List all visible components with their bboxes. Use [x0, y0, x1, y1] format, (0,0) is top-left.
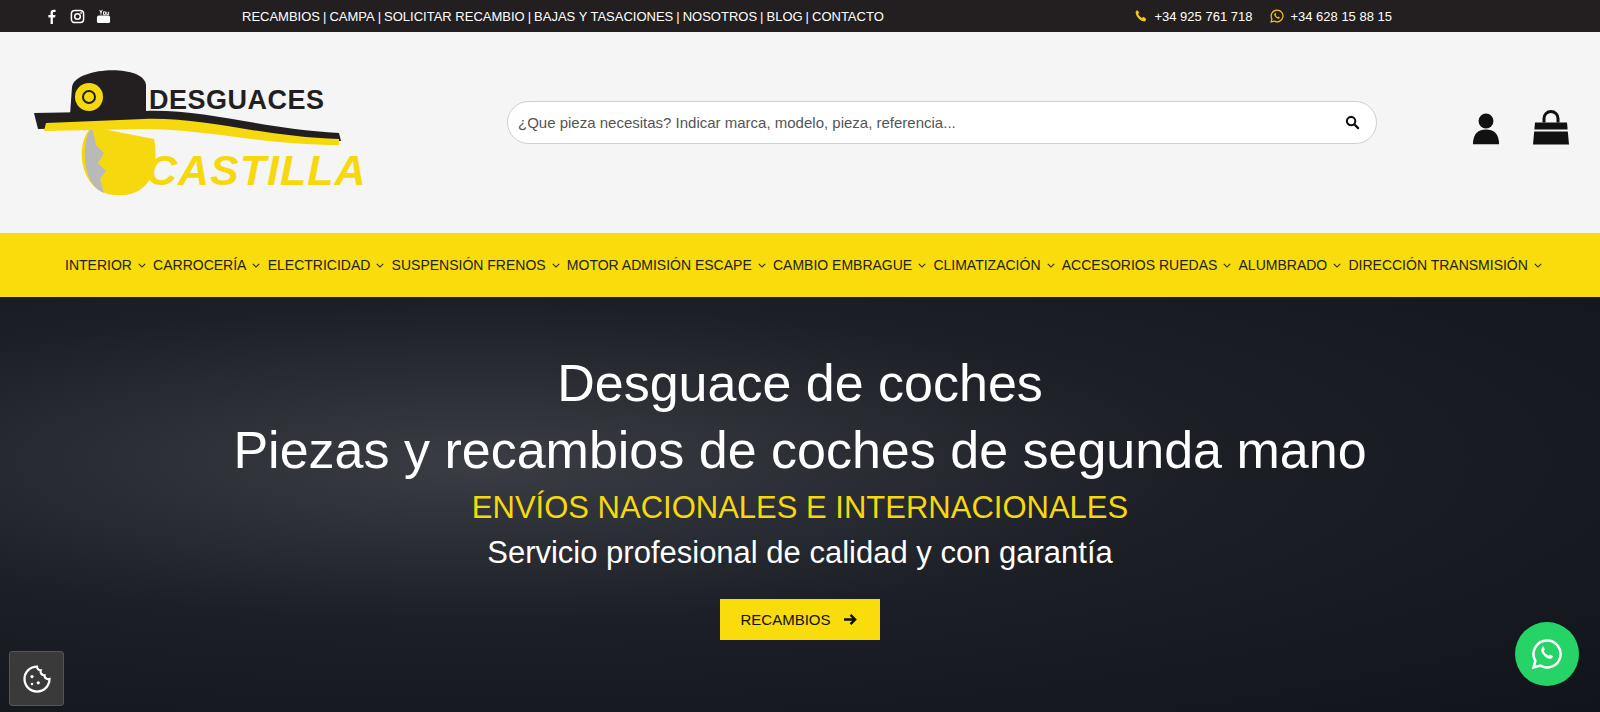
cookie-icon: [22, 664, 52, 694]
menu-item[interactable]: MOTOR ADMISIÓN ESCAPE: [567, 257, 766, 273]
logo[interactable]: DESGUACES CASTILLA: [34, 67, 349, 202]
top-link[interactable]: CONTACTO: [812, 9, 884, 24]
logo-top-text: DESGUACES: [149, 85, 325, 116]
chevron-down-icon: [758, 263, 766, 268]
facebook-icon[interactable]: [44, 9, 59, 24]
search-input[interactable]: [516, 113, 1345, 132]
menu-item[interactable]: CAMBIO EMBRAGUE: [773, 257, 926, 273]
menu-item[interactable]: ACCESORIOS RUEDAS: [1062, 257, 1232, 273]
user-icon[interactable]: [1472, 112, 1500, 145]
separator: |: [378, 9, 381, 24]
hero-content: Desguace de coches Piezas y recambios de…: [233, 297, 1366, 712]
separator: |: [760, 9, 763, 24]
chevron-down-icon: [552, 263, 560, 268]
top-link[interactable]: SOLICITAR RECAMBIO: [384, 9, 525, 24]
chevron-down-icon: [252, 263, 260, 268]
top-bar: RECAMBIOS| CAMPA| SOLICITAR RECAMBIO| BA…: [0, 0, 1600, 32]
separator: |: [806, 9, 809, 24]
chevron-down-icon: [138, 263, 146, 268]
chevron-down-icon: [1534, 263, 1542, 268]
header-actions: [1472, 110, 1570, 147]
hero-highlight: ENVÍOS NACIONALES E INTERNACIONALES: [472, 489, 1128, 528]
category-menu: INTERIOR CARROCERÍA ELECTRICIDAD SUSPENS…: [0, 233, 1600, 297]
menu-item[interactable]: INTERIOR: [65, 257, 146, 273]
menu-item[interactable]: ELECTRICIDAD: [268, 257, 385, 273]
separator: |: [323, 9, 326, 24]
top-link[interactable]: BLOG: [766, 9, 802, 24]
phone-contact[interactable]: +34 925 761 718: [1134, 9, 1252, 24]
recambios-button[interactable]: RECAMBIOS: [720, 599, 879, 640]
menu-item[interactable]: SUSPENSIÓN FRENOS: [392, 257, 560, 273]
header: DESGUACES CASTILLA: [0, 32, 1600, 233]
chevron-down-icon: [1333, 263, 1341, 268]
top-link[interactable]: RECAMBIOS: [242, 9, 320, 24]
whatsapp-icon: [1270, 9, 1284, 23]
menu-item[interactable]: CLIMATIZACIÓN: [933, 257, 1054, 273]
top-link[interactable]: BAJAS Y TASACIONES: [534, 9, 673, 24]
separator: |: [528, 9, 531, 24]
hero-subtitle: Piezas y recambios de coches de segunda …: [233, 418, 1366, 483]
chevron-down-icon: [1047, 263, 1055, 268]
menu-item[interactable]: CARROCERÍA: [153, 257, 260, 273]
hero-banner: Desguace de coches Piezas y recambios de…: [0, 297, 1600, 712]
contacts: +34 925 761 718 +34 628 15 88 15: [1134, 9, 1392, 24]
top-link[interactable]: NOSOTROS: [683, 9, 757, 24]
chevron-down-icon: [1223, 263, 1231, 268]
hero-title: Desguace de coches: [557, 351, 1043, 416]
menu-item[interactable]: DIRECCIÓN TRANSMISIÓN: [1348, 257, 1541, 273]
search-box: [507, 101, 1377, 144]
phone-icon: [1134, 9, 1148, 23]
top-navigation: RECAMBIOS| CAMPA| SOLICITAR RECAMBIO| BA…: [242, 9, 884, 24]
instagram-icon[interactable]: [70, 9, 85, 24]
chevron-down-icon: [918, 263, 926, 268]
page: RECAMBIOS| CAMPA| SOLICITAR RECAMBIO| BA…: [0, 0, 1600, 712]
whatsapp-chat-button[interactable]: [1515, 622, 1579, 686]
youtube-icon[interactable]: [96, 9, 111, 24]
menu-item[interactable]: ALUMBRADO: [1239, 257, 1342, 273]
top-link[interactable]: CAMPA: [329, 9, 374, 24]
search-icon[interactable]: [1345, 115, 1360, 130]
shopping-bag-icon[interactable]: [1532, 110, 1570, 147]
whatsapp-contact[interactable]: +34 628 15 88 15: [1270, 9, 1392, 24]
chevron-down-icon: [376, 263, 384, 268]
separator: |: [676, 9, 679, 24]
hero-tagline: Servicio profesional de calidad y con ga…: [487, 534, 1113, 573]
social-links: [44, 9, 204, 24]
whatsapp-icon: [1530, 637, 1564, 671]
logo-bottom-text: CASTILLA: [146, 149, 367, 192]
cookie-settings-button[interactable]: [9, 651, 64, 706]
arrow-right-icon: [843, 613, 858, 626]
